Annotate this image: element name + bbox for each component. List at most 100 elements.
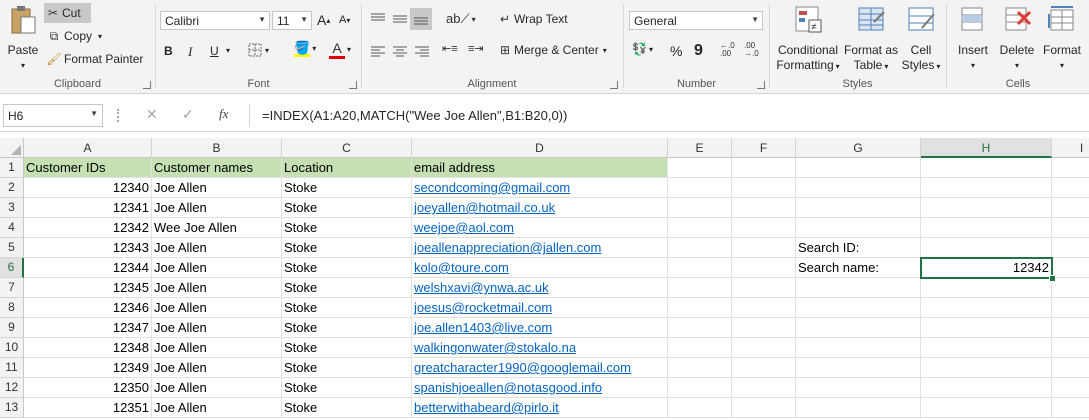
cell-c11[interactable]: Stoke — [282, 358, 412, 378]
row-header[interactable]: 10 — [0, 338, 24, 358]
fill-handle[interactable] — [1049, 275, 1056, 282]
cell-d10[interactable]: walkingonwater@stokalo.na — [412, 338, 668, 358]
cell-c7[interactable]: Stoke — [282, 278, 412, 298]
enter-icon[interactable]: ✓ — [182, 106, 194, 123]
cell-g6[interactable]: Search name: — [796, 258, 921, 278]
cell-c6[interactable]: Stoke — [282, 258, 412, 278]
orientation-button[interactable]: ab⟋ ▾ — [446, 11, 476, 27]
fill-color-button[interactable]: 🪣 ▾ — [294, 40, 316, 57]
column-header-h[interactable]: H — [921, 138, 1052, 158]
column-header-e[interactable]: E — [668, 138, 732, 158]
cell-d6[interactable]: kolo@toure.com — [412, 258, 668, 278]
cell-d8[interactable]: joesus@rocketmail.com — [412, 298, 668, 318]
cell-b1[interactable]: Customer names — [152, 158, 282, 178]
column-header-f[interactable]: F — [732, 138, 796, 158]
cell-a8[interactable]: 12346 — [24, 298, 152, 318]
cell-b2[interactable]: Joe Allen — [152, 178, 282, 198]
cell-d7[interactable]: welshxavi@ynwa.ac.uk — [412, 278, 668, 298]
align-right-icon[interactable] — [414, 45, 430, 59]
cell-d12[interactable]: spanishjoeallen@notasgood.info — [412, 378, 668, 398]
cell-a1[interactable]: Customer IDs — [24, 158, 152, 178]
cell-styles-button[interactable]: Cell Styles ▾ — [898, 4, 944, 74]
accounting-format-button[interactable]: 💱 ▾ — [632, 42, 653, 56]
name-box[interactable]: H6 ▼ — [3, 104, 103, 127]
paste-dropdown-icon[interactable]: ▾ — [4, 58, 42, 73]
cell-b5[interactable]: Joe Allen — [152, 238, 282, 258]
cell-b13[interactable]: Joe Allen — [152, 398, 282, 418]
percent-button[interactable]: % — [670, 43, 682, 59]
grow-font-button[interactable]: A ▴ — [317, 12, 330, 28]
row-header[interactable]: 4 — [0, 218, 24, 238]
cell-c4[interactable]: Stoke — [282, 218, 412, 238]
cell-b10[interactable]: Joe Allen — [152, 338, 282, 358]
cell-d2[interactable]: secondcoming@gmail.com — [412, 178, 668, 198]
format-as-table-button[interactable]: Format as Table ▾ — [844, 4, 898, 74]
row-header[interactable]: 2 — [0, 178, 24, 198]
cell-b3[interactable]: Joe Allen — [152, 198, 282, 218]
align-middle-icon[interactable] — [392, 12, 408, 26]
cell-d11[interactable]: greatcharacter1990@googlemail.com — [412, 358, 668, 378]
align-top-icon[interactable] — [370, 12, 386, 26]
merge-dropdown-icon[interactable]: ▾ — [603, 46, 607, 55]
font-name-select[interactable]: Calibri ▼ — [160, 11, 270, 30]
cell-c9[interactable]: Stoke — [282, 318, 412, 338]
cell-a10[interactable]: 12348 — [24, 338, 152, 358]
row-header[interactable]: 1 — [0, 158, 24, 178]
cell-d5[interactable]: joeallenappreciation@jallen.com — [412, 238, 668, 258]
decrease-indent-button[interactable]: ⇤≡ — [442, 42, 458, 55]
select-all-corner[interactable] — [0, 138, 24, 158]
cell-h6-active[interactable]: 12342 — [920, 257, 1053, 279]
row-header[interactable]: 11 — [0, 358, 24, 378]
column-header-c[interactable]: C — [282, 138, 412, 158]
cell-c1[interactable]: Location — [282, 158, 412, 178]
cell-d9[interactable]: joe.allen1403@live.com — [412, 318, 668, 338]
cell-a7[interactable]: 12345 — [24, 278, 152, 298]
alignment-launcher-icon[interactable] — [610, 81, 618, 89]
delete-button[interactable]: Delete ▾ — [995, 4, 1039, 73]
cell-d13[interactable]: betterwithabeard@pirlo.it — [412, 398, 668, 418]
decrease-decimal-button[interactable]: .00 →.0 — [744, 42, 759, 58]
row-header[interactable]: 6 — [0, 258, 24, 278]
row-header[interactable]: 5 — [0, 238, 24, 258]
cell-c5[interactable]: Stoke — [282, 238, 412, 258]
copy-dropdown-icon[interactable]: ▾ — [98, 32, 102, 41]
insert-button[interactable]: Insert ▾ — [951, 4, 995, 73]
wrap-text-button[interactable]: ↵ Wrap Text — [496, 12, 568, 26]
format-painter-button[interactable]: 🖌 Format Painter — [44, 49, 143, 69]
font-size-select[interactable]: 11 ▼ — [272, 11, 312, 30]
align-center-icon[interactable] — [392, 45, 408, 59]
merge-center-button[interactable]: ⊞ Merge & Center ▾ — [496, 43, 607, 57]
underline-button[interactable]: U — [210, 44, 224, 58]
cell-d3[interactable]: joeyallen@hotmail.co.uk — [412, 198, 668, 218]
cell-b8[interactable]: Joe Allen — [152, 298, 282, 318]
align-bottom-button[interactable] — [410, 8, 432, 30]
insert-function-icon[interactable]: fx — [219, 106, 228, 122]
formula-input[interactable]: =INDEX(A1:A20,MATCH("Wee Joe Allen",B1:B… — [249, 104, 1089, 127]
cell-a12[interactable]: 12350 — [24, 378, 152, 398]
empty-grid-area[interactable] — [668, 158, 1089, 418]
bold-button[interactable]: B — [164, 44, 180, 58]
column-header-a[interactable]: A — [24, 138, 152, 158]
row-header[interactable]: 7 — [0, 278, 24, 298]
row-header[interactable]: 9 — [0, 318, 24, 338]
cut-button[interactable]: ✂ Cut — [44, 3, 91, 23]
copy-button[interactable]: ⧉ Copy ▾ — [44, 26, 102, 46]
row-header[interactable]: 3 — [0, 198, 24, 218]
cell-a5[interactable]: 12343 — [24, 238, 152, 258]
cell-b12[interactable]: Joe Allen — [152, 378, 282, 398]
cell-a6[interactable]: 12344 — [24, 258, 152, 278]
shrink-font-button[interactable]: A ▾ — [339, 14, 350, 26]
cell-d4[interactable]: weejoe@aol.com — [412, 218, 668, 238]
cell-b11[interactable]: Joe Allen — [152, 358, 282, 378]
cell-a9[interactable]: 12347 — [24, 318, 152, 338]
cell-c13[interactable]: Stoke — [282, 398, 412, 418]
column-header-i[interactable]: I — [1052, 138, 1089, 158]
cell-c10[interactable]: Stoke — [282, 338, 412, 358]
cell-c2[interactable]: Stoke — [282, 178, 412, 198]
cell-b9[interactable]: Joe Allen — [152, 318, 282, 338]
clipboard-launcher-icon[interactable] — [143, 81, 151, 89]
cell-b6[interactable]: Joe Allen — [152, 258, 282, 278]
italic-button[interactable]: I — [188, 44, 202, 60]
column-header-d[interactable]: D — [412, 138, 668, 158]
conditional-formatting-button[interactable]: ≠ Conditional Formatting ▾ — [772, 4, 844, 74]
